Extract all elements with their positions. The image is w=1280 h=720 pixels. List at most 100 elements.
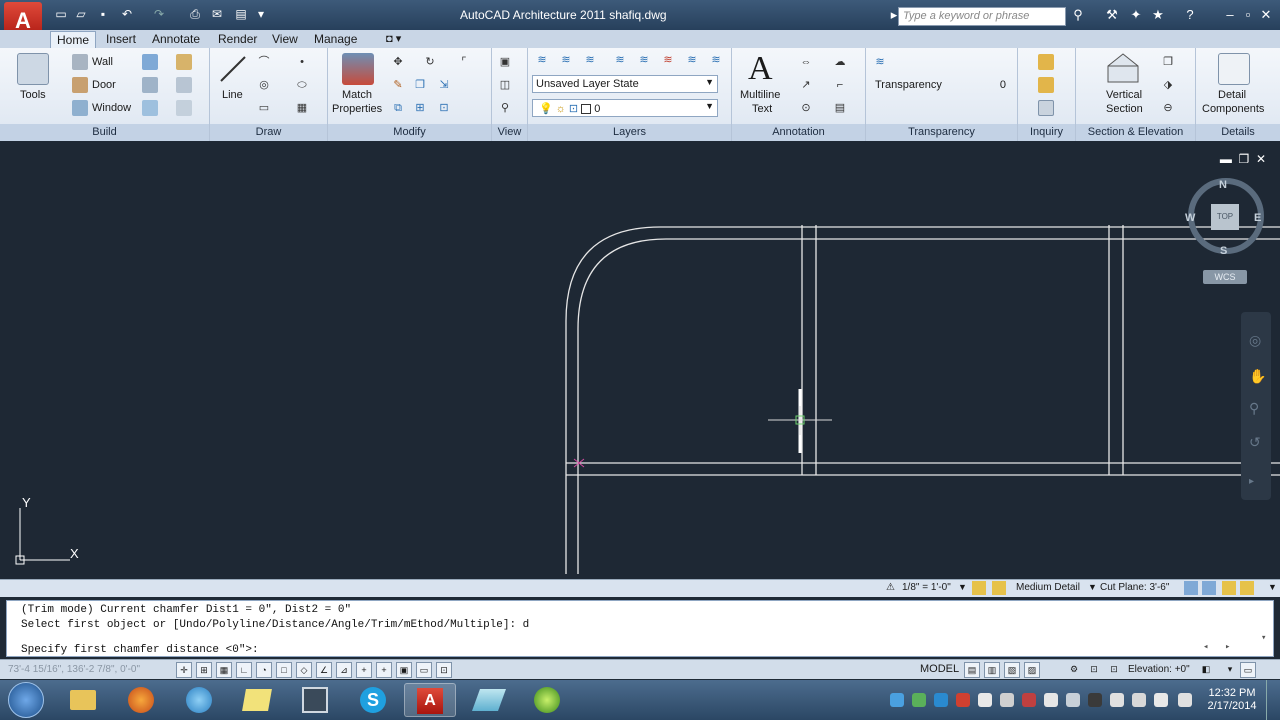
window-icon[interactable]	[72, 100, 88, 116]
tray-icon[interactable]	[1088, 693, 1102, 707]
tray-icon[interactable]	[1022, 693, 1036, 707]
tab-manage[interactable]: Manage	[308, 31, 363, 48]
layer-lock-icon[interactable]: ≋	[684, 52, 700, 68]
elevation-value[interactable]: Elevation: +0"	[1128, 664, 1190, 675]
wall-icon[interactable]	[72, 54, 88, 70]
dynamic-input-icon[interactable]: +	[356, 662, 372, 678]
bulb-icon[interactable]	[1222, 581, 1236, 595]
inquiry-panel-title[interactable]: Inquiry	[1018, 124, 1075, 141]
taskbar-app2[interactable]	[464, 683, 516, 717]
layers-panel-title[interactable]: Layers	[528, 124, 731, 141]
save-icon[interactable]: ▪	[96, 7, 110, 21]
surface-hatch-icon[interactable]	[1184, 581, 1198, 595]
infer-constraints-icon[interactable]: ✛	[176, 662, 192, 678]
favorites-star-icon[interactable]: ★	[1150, 7, 1166, 23]
undo-icon[interactable]: ↶	[120, 7, 134, 21]
quick-properties-icon[interactable]: ▭	[416, 662, 432, 678]
stretch-icon[interactable]: ⇲	[436, 77, 452, 93]
command-line[interactable]: (Trim mode) Current chamfer Dist1 = 0", …	[6, 600, 1274, 657]
details-panel-title[interactable]: Details	[1196, 124, 1280, 141]
components-label[interactable]: Components	[1202, 103, 1264, 115]
transparency-field[interactable]: Transparency 0	[872, 77, 1012, 95]
hardware-acceleration-icon[interactable]: ⊡	[1106, 662, 1122, 678]
transparency-layers-icon[interactable]: ≋	[872, 54, 888, 70]
section-elevation-panel-title[interactable]: Section & Elevation	[1076, 124, 1195, 141]
array-icon[interactable]: ⊞	[412, 100, 428, 116]
point-icon[interactable]: •	[294, 54, 310, 70]
viewcube-top-face[interactable]: TOP	[1211, 204, 1239, 230]
table-icon[interactable]: ▤	[832, 100, 848, 116]
tray-icon[interactable]	[1154, 693, 1168, 707]
layer-state-dropdown[interactable]: Unsaved Layer State ▼	[532, 75, 718, 93]
opening-icon[interactable]	[176, 100, 192, 116]
grid-icon[interactable]	[176, 54, 192, 70]
steering-wheel-icon[interactable]: ◎	[1249, 332, 1261, 349]
communication-icon[interactable]: ✦	[1128, 7, 1144, 23]
lineweight-icon[interactable]: +	[376, 662, 392, 678]
taskbar-app[interactable]	[174, 683, 226, 717]
offset-icon[interactable]: ⊡	[436, 100, 452, 116]
line-icon[interactable]	[218, 54, 248, 84]
plot-icon[interactable]: ⎙	[188, 7, 202, 21]
draw-panel-title[interactable]: Draw	[210, 124, 327, 141]
tray-icon[interactable]	[978, 693, 992, 707]
match-properties-icon[interactable]	[342, 53, 374, 85]
revcloud-icon[interactable]: ☁	[832, 54, 848, 70]
dimension-icon[interactable]: ⇔	[798, 54, 814, 70]
zoom-icon[interactable]: ⚲	[497, 100, 513, 116]
clean-screen-icon[interactable]: ▭	[1240, 662, 1256, 678]
tab-home[interactable]: Home	[50, 31, 97, 48]
qat-dropdown-icon[interactable]: ▾	[254, 7, 268, 21]
layer-match-icon[interactable]: ≋	[582, 52, 598, 68]
snap-mode-icon[interactable]: ⊞	[196, 662, 212, 678]
annotation-scale-value[interactable]: 1/8" = 1'-0"	[902, 582, 951, 593]
line-label[interactable]: Line	[222, 89, 243, 101]
view-panel-title[interactable]: View	[492, 124, 527, 141]
compass-north[interactable]: N	[1219, 179, 1227, 191]
wcs-menu[interactable]: WCS	[1203, 270, 1247, 284]
drawing-quick-view-icon[interactable]: ▥	[984, 662, 1000, 678]
measure-icon[interactable]	[1038, 54, 1054, 70]
vertical-section-icon[interactable]	[1106, 52, 1140, 84]
tray-icon[interactable]	[1132, 693, 1146, 707]
taskbar-app3[interactable]	[522, 683, 574, 717]
selection-cycling-icon[interactable]: ⊡	[436, 662, 452, 678]
chevron-down-icon[interactable]: ▼	[958, 582, 967, 592]
area-icon[interactable]	[1038, 77, 1054, 93]
coordinates-readout[interactable]: 73'-4 15/16", 136'-2 7/8", 0'-0"	[8, 664, 140, 675]
taskbar-clock[interactable]: 12:32 PM 2/17/2014	[1206, 687, 1258, 713]
curtain-wall-icon[interactable]	[142, 100, 158, 116]
multiline-label[interactable]: Multiline	[740, 89, 780, 101]
layer-freeze-icon[interactable]: ≋	[660, 52, 676, 68]
circle-icon[interactable]: ◎	[256, 77, 272, 93]
start-button[interactable]	[8, 682, 44, 718]
annotation-visibility-icon[interactable]	[972, 581, 986, 595]
door-icon[interactable]	[72, 77, 88, 93]
ellipse-icon[interactable]: ⬭	[294, 77, 310, 93]
maximize-icon[interactable]: ▫	[1240, 7, 1256, 23]
drawing-canvas[interactable]: ▬ ❐ ✕ Y X	[0, 141, 1280, 579]
layer-properties-icon[interactable]: ≋	[534, 52, 550, 68]
tab-annotate[interactable]: Annotate	[146, 31, 206, 48]
workspace-toggle-icon[interactable]: ◘ ▾	[380, 31, 407, 48]
network-icon[interactable]	[1066, 693, 1080, 707]
roof-icon[interactable]	[142, 54, 158, 70]
minimize-icon[interactable]: –	[1222, 7, 1238, 23]
slab-icon[interactable]	[142, 77, 158, 93]
pan-icon[interactable]: ▧	[1004, 662, 1020, 678]
layout-quick-view-icon[interactable]: ▤	[964, 662, 980, 678]
modify-panel-title[interactable]: Modify	[328, 124, 491, 141]
search-input[interactable]: Type a keyword or phrase	[898, 7, 1066, 26]
isolate-icon[interactable]: ◧	[1198, 662, 1214, 678]
tray-icon[interactable]	[1000, 693, 1014, 707]
tools-icon[interactable]	[17, 53, 49, 85]
transparency-panel-title[interactable]: Transparency	[866, 124, 1017, 141]
detail-label[interactable]: Detail	[1218, 89, 1246, 101]
status-menu-icon[interactable]: ▾	[1222, 662, 1238, 678]
layer-key-icon[interactable]	[1202, 581, 1216, 595]
taskbar-explorer[interactable]	[58, 683, 110, 717]
taskbar-skype[interactable]: S	[348, 683, 400, 717]
window-button[interactable]: Window	[92, 102, 131, 114]
wrench-icon[interactable]: ⚒	[1104, 7, 1120, 23]
brush-icon[interactable]: ✎	[390, 77, 406, 93]
